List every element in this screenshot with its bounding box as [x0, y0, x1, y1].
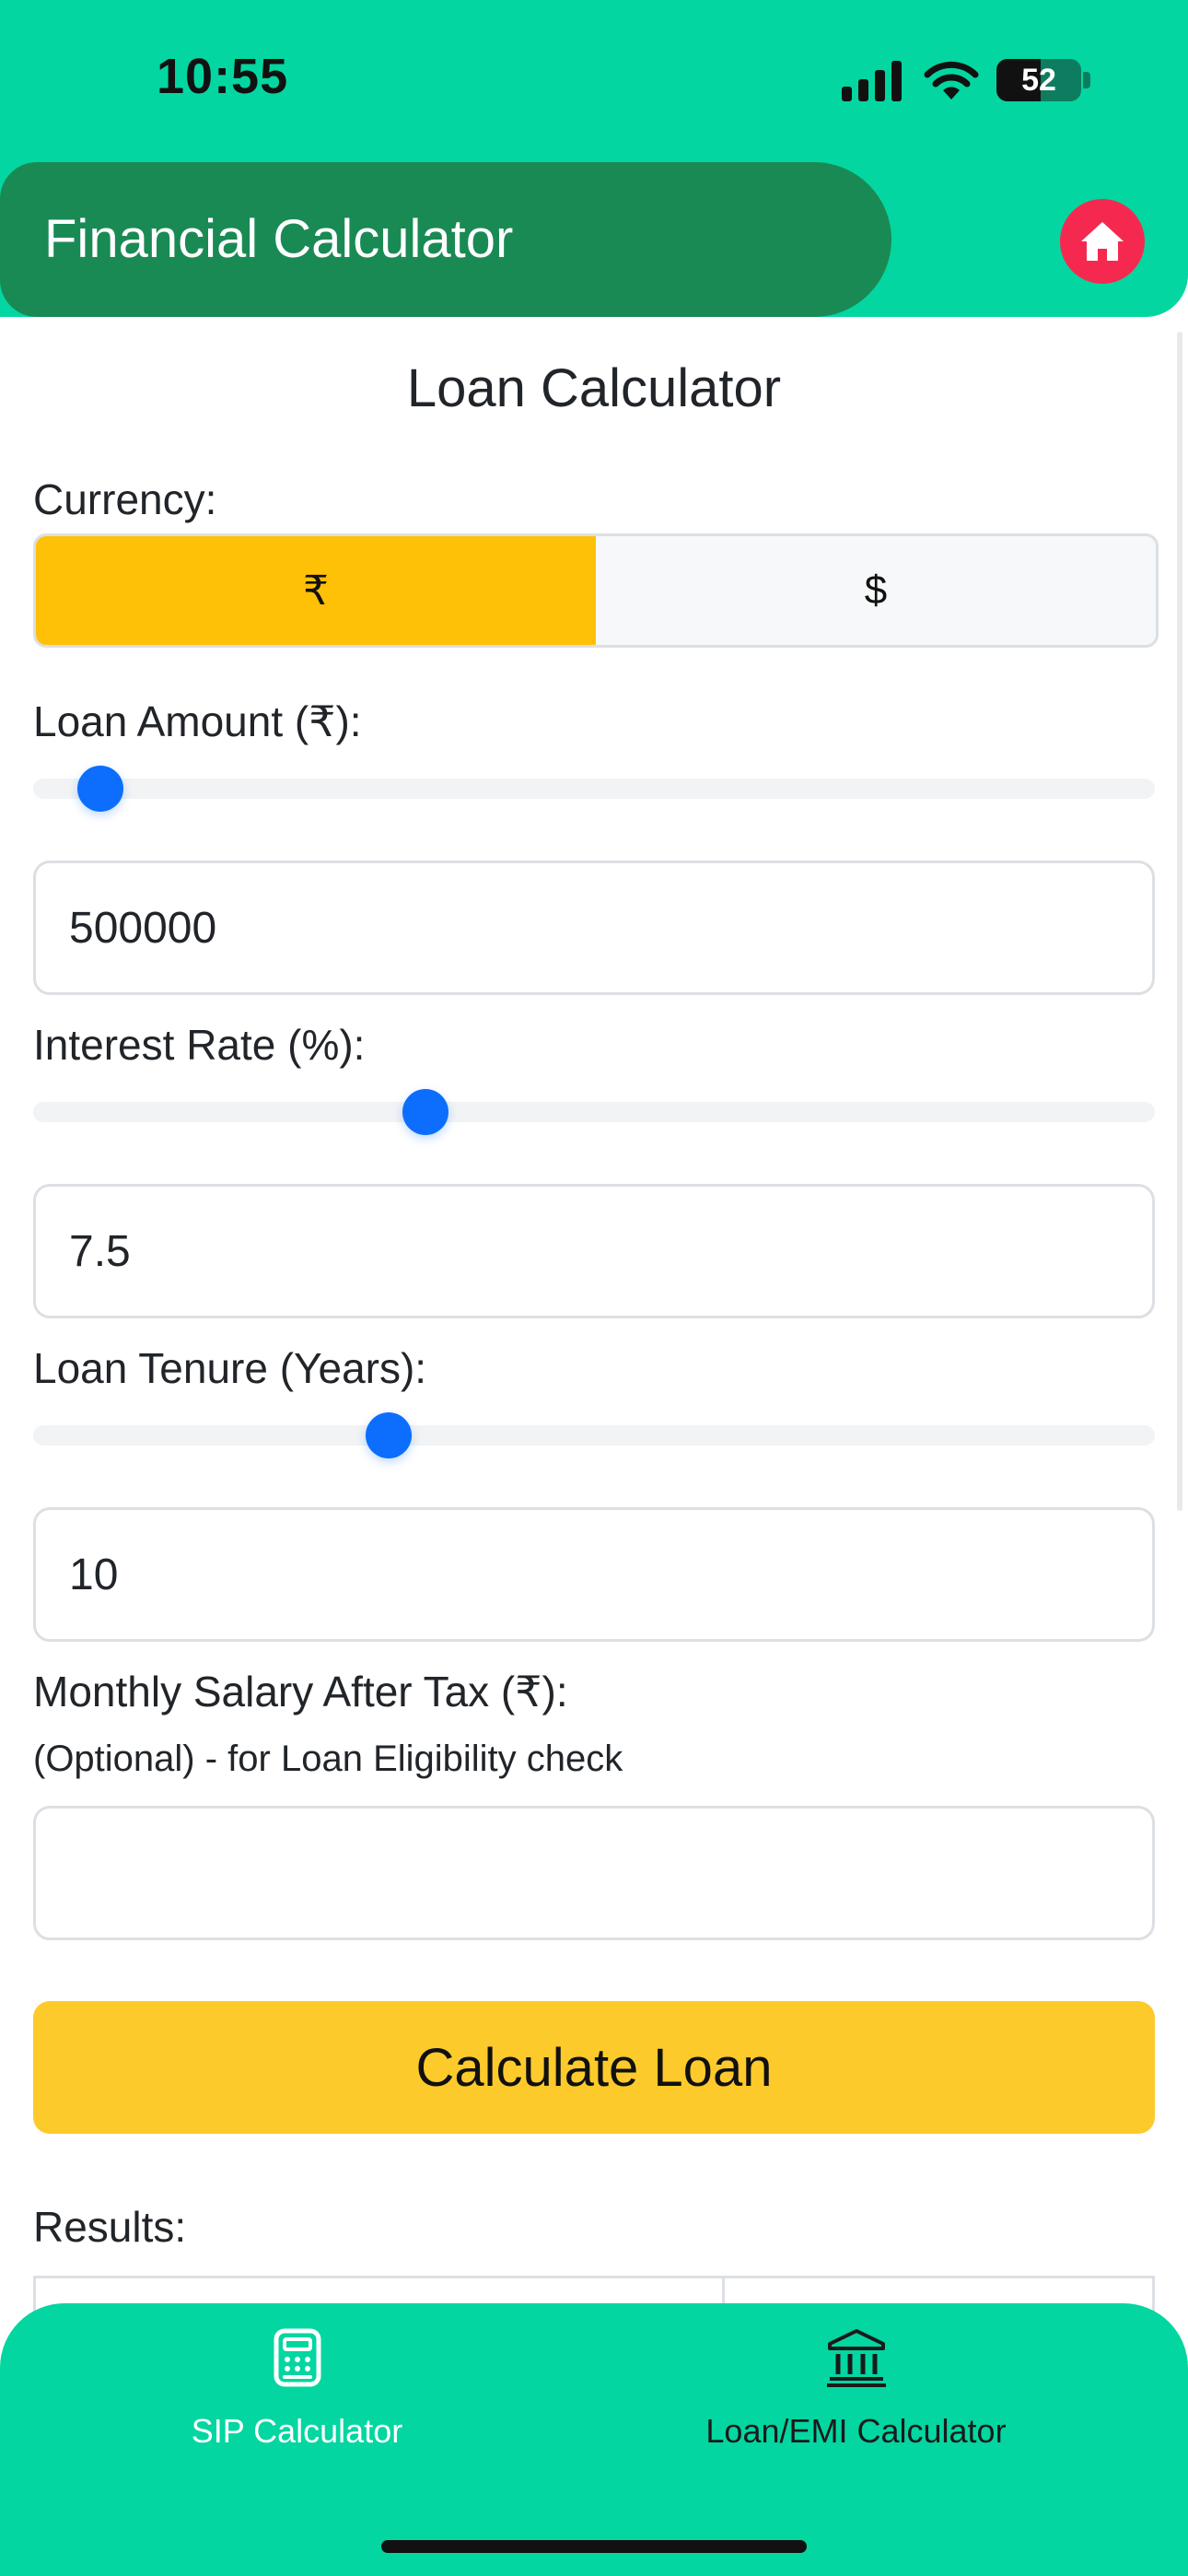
status-bar: 10:55 52	[0, 0, 1188, 164]
home-indicator[interactable]	[381, 2540, 807, 2553]
loan-tenure-input[interactable]: 10	[33, 1507, 1155, 1642]
currency-option-inr[interactable]: ₹	[36, 536, 596, 645]
battery-icon: 52	[996, 59, 1081, 101]
interest-rate-slider[interactable]	[33, 1089, 1155, 1135]
currency-option-usd[interactable]: $	[596, 536, 1156, 645]
loan-amount-slider[interactable]	[33, 766, 1155, 812]
interest-rate-input[interactable]: 7.5	[33, 1184, 1155, 1318]
loan-tenure-slider-thumb[interactable]	[366, 1412, 413, 1458]
tab-loan-emi-calculator-label: Loan/EMI Calculator	[705, 2412, 1007, 2450]
home-icon	[1081, 222, 1124, 261]
tab-sip-calculator-label: SIP Calculator	[191, 2412, 403, 2450]
loan-amount-input[interactable]: 500000	[33, 861, 1155, 995]
scrollbar[interactable]	[1177, 332, 1182, 1511]
loan-amount-slider-thumb[interactable]	[77, 766, 124, 812]
salary-hint: (Optional) - for Loan Eligibility check	[33, 1739, 623, 1779]
interest-rate-slider-thumb[interactable]	[402, 1089, 449, 1135]
app-title: Financial Calculator	[44, 209, 514, 269]
status-time: 10:55	[157, 49, 289, 104]
loan-amount-label: Loan Amount (₹):	[33, 697, 362, 745]
salary-label: Monthly Salary After Tax (₹):	[33, 1668, 568, 1715]
page-title: Loan Calculator	[406, 358, 782, 418]
interest-rate-label: Interest Rate (%):	[33, 1021, 366, 1069]
results-heading: Results:	[33, 2203, 187, 2251]
calculate-loan-button[interactable]: Calculate Loan	[33, 2001, 1155, 2134]
loan-tenure-label: Loan Tenure (Years):	[33, 1344, 427, 1392]
currency-toggle: ₹ $	[33, 533, 1159, 648]
home-button[interactable]	[1060, 199, 1145, 284]
loan-tenure-slider[interactable]	[33, 1412, 1155, 1458]
salary-input[interactable]	[33, 1806, 1155, 1940]
battery-nub	[1083, 72, 1090, 88]
bank-icon	[826, 2329, 886, 2387]
calculator-icon	[274, 2328, 320, 2387]
tab-sip-calculator[interactable]: SIP Calculator	[0, 2325, 594, 2451]
tab-loan-emi-calculator[interactable]: Loan/EMI Calculator	[559, 2325, 1153, 2451]
battery-percent: 52	[1021, 63, 1056, 98]
cellular-signal-icon	[842, 61, 903, 101]
wifi-icon	[924, 61, 979, 100]
currency-label: Currency:	[33, 475, 217, 523]
